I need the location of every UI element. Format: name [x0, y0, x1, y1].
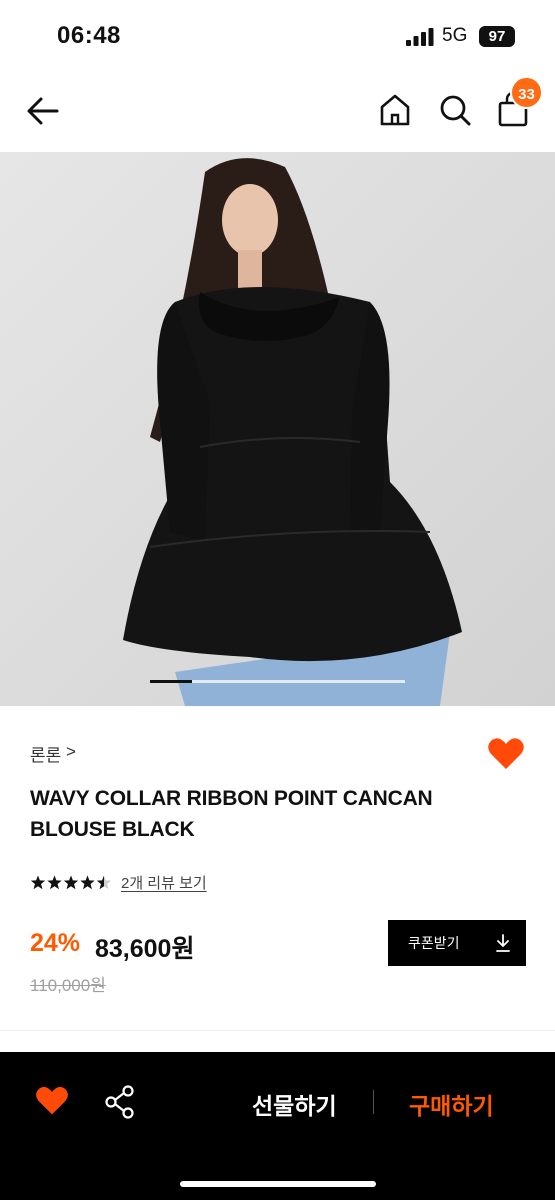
coupon-button-label: 쿠폰받기	[408, 935, 460, 951]
download-icon	[496, 934, 510, 952]
product-photo-illustration	[0, 152, 555, 706]
original-price: 110,000원	[30, 976, 106, 995]
brand-link[interactable]: 론론	[30, 741, 61, 766]
sale-price: 83,600원	[95, 935, 195, 963]
product-image[interactable]	[0, 152, 555, 706]
network-label: 5G	[442, 25, 468, 46]
section-divider	[0, 1030, 555, 1031]
product-title: WAVY COLLAR RIBBON POINT CANCAN BLOUSE B…	[30, 787, 433, 841]
status-time: 06:48	[57, 22, 121, 49]
wishlist-heart-icon[interactable]	[35, 1085, 69, 1117]
button-separator	[373, 1090, 374, 1114]
share-icon[interactable]	[104, 1085, 136, 1119]
product-detail-page: 06:48 5G 97 33 론론 > WAVY COLLAR RIBBON P…	[0, 0, 555, 1200]
gift-button[interactable]: 선물하기	[252, 1087, 337, 1121]
star-filled-icon	[30, 875, 46, 890]
status-bar: 06:48 5G 97	[0, 0, 555, 70]
rating-stars	[30, 875, 112, 890]
heart-icon[interactable]	[487, 737, 525, 771]
top-navigation: 33	[0, 70, 555, 152]
image-carousel-position	[150, 680, 192, 683]
star-filled-icon	[80, 875, 95, 890]
discount-rate: 24%	[30, 929, 81, 957]
chevron-right-icon: >	[66, 742, 76, 761]
bottom-action-bar	[0, 1052, 555, 1200]
home-icon[interactable]	[376, 90, 414, 130]
back-arrow-icon[interactable]	[24, 92, 62, 130]
star-filled-icon	[63, 875, 79, 890]
cart-count-badge: 33	[510, 76, 543, 109]
review-link[interactable]: 2개 리뷰 보기	[121, 872, 207, 893]
signal-icon	[406, 28, 434, 46]
star-filled-icon	[47, 875, 62, 890]
coupon-button[interactable]: 쿠폰받기	[388, 920, 526, 966]
buy-button[interactable]: 구매하기	[409, 1087, 494, 1121]
battery-indicator: 97	[479, 26, 515, 47]
search-icon[interactable]	[436, 90, 474, 130]
home-indicator	[180, 1181, 376, 1187]
